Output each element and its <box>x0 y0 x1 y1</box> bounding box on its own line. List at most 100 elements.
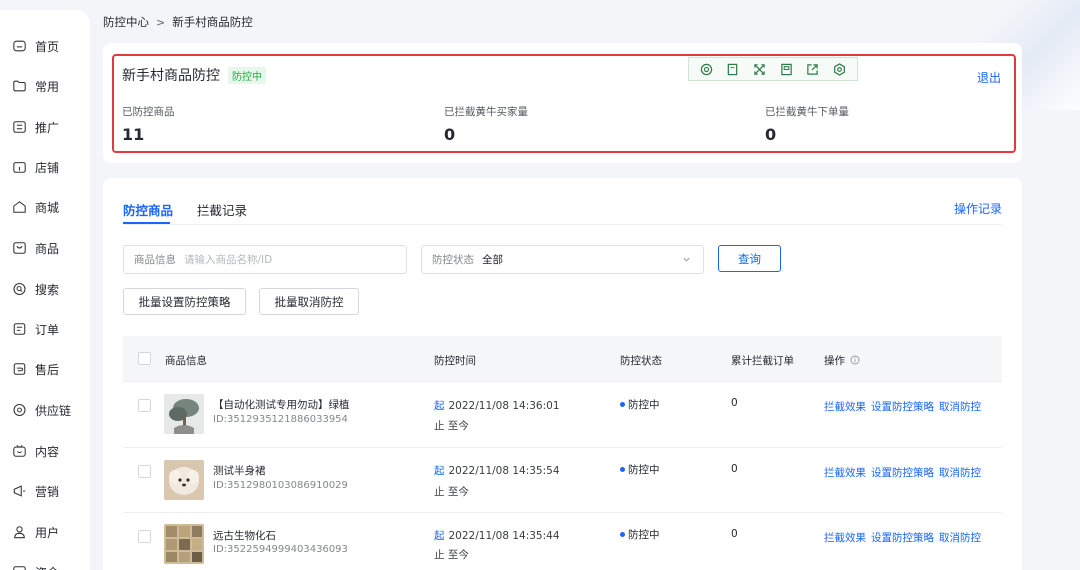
product-id: ID:3512935121886033954 <box>213 414 348 425</box>
sidebar-item-after-sales[interactable]: 售后 <box>12 359 59 379</box>
set-strategy-link[interactable]: 设置防控策略 <box>871 530 934 545</box>
row-divider <box>123 447 1002 448</box>
stat-label: 已拦截黄牛下单量 <box>765 106 849 118</box>
shop-icon <box>13 162 26 173</box>
cancel-protection-link[interactable]: 取消防控 <box>939 530 981 545</box>
start-value: 2022/11/08 14:35:54 <box>448 465 560 477</box>
folder-icon <box>13 80 26 92</box>
sidebar-item-label: 用户 <box>35 525 60 540</box>
row-blocked-orders: 0 <box>731 463 738 475</box>
protect-start-time: 起 2022/11/08 14:35:44 <box>434 528 560 543</box>
sidebar-item-label: 推广 <box>35 120 60 135</box>
column-header-time: 防控时间 <box>434 355 476 367</box>
row-checkbox[interactable] <box>138 465 151 478</box>
home-icon <box>13 40 26 52</box>
row-status: 防控中 <box>620 462 660 477</box>
sidebar-item-promotion[interactable]: 推广 <box>12 117 59 137</box>
sidebar-item-content[interactable]: 内容 <box>12 441 59 461</box>
sidebar-item-supply-chain[interactable]: 供应链 <box>12 400 71 420</box>
chevron-down-icon <box>683 257 690 262</box>
save-icon[interactable] <box>778 61 794 77</box>
query-button[interactable]: 查询 <box>718 245 781 272</box>
mall-icon <box>13 201 26 213</box>
zoom-search-icon[interactable] <box>698 61 714 77</box>
sidebar-item-label: 常用 <box>35 79 60 94</box>
protect-end-time: 止 至今 <box>434 484 469 499</box>
tabs-divider <box>123 224 1002 225</box>
sidebar-item-mall[interactable]: 商城 <box>12 197 59 217</box>
sidebar-item-order[interactable]: 订单 <box>12 319 59 339</box>
product-name[interactable]: 【自动化测试专用勿动】绿植 <box>213 397 350 412</box>
cancel-protection-link[interactable]: 取消防控 <box>939 465 981 480</box>
product-thumbnail-fossil <box>164 524 204 564</box>
tab-active-indicator <box>123 222 170 224</box>
share-icon[interactable] <box>805 61 821 77</box>
sidebar-item-user[interactable]: 用户 <box>12 522 59 542</box>
breadcrumb-current: 新手村商品防控 <box>172 15 253 29</box>
status-dot <box>620 401 625 407</box>
expand-icon[interactable] <box>752 61 768 77</box>
exit-link[interactable]: 退出 <box>977 69 1001 86</box>
column-header-product: 商品信息 <box>165 355 207 367</box>
row-status-text: 防控中 <box>628 464 660 476</box>
sidebar-item-product[interactable]: 商品 <box>12 238 59 258</box>
product-name[interactable]: 测试半身裙 <box>213 463 266 478</box>
end-tag: 止 <box>434 486 445 498</box>
stat-protected-products: 已防控商品 11 <box>122 104 175 144</box>
cancel-protection-link[interactable]: 取消防控 <box>939 399 981 414</box>
page-title: 新手村商品防控 防控中 <box>122 65 266 85</box>
sidebar-item-label: 店铺 <box>35 160 60 175</box>
after-sales-icon <box>13 363 26 375</box>
field-value: 全部 <box>482 254 503 266</box>
info-icon[interactable] <box>850 355 860 365</box>
sidebar-item-label: 资金 <box>35 564 59 570</box>
product-thumbnail-skirt <box>164 460 204 500</box>
status-dot <box>620 531 625 537</box>
column-header-orders: 累计拦截订单 <box>731 355 794 367</box>
marketing-icon <box>13 485 26 497</box>
intercept-effect-link[interactable]: 拦截效果 <box>824 465 866 480</box>
tab-interception-records[interactable]: 拦截记录 <box>197 200 247 219</box>
select-all-checkbox[interactable] <box>138 352 151 365</box>
breadcrumb-separator: > <box>156 15 166 29</box>
product-name[interactable]: 远古生物化石 <box>213 528 276 543</box>
breadcrumb-parent[interactable]: 防控中心 <box>103 14 149 30</box>
sidebar-item-shop[interactable]: 店铺 <box>12 157 59 177</box>
sidebar-item-common[interactable]: 常用 <box>12 76 59 96</box>
column-header-ops: 操作 <box>824 353 860 368</box>
page-title-text: 新手村商品防控 <box>122 68 220 84</box>
sidebar-item-search[interactable]: 搜索 <box>12 279 59 299</box>
sidebar-item-label: 订单 <box>35 322 60 337</box>
status-dot <box>620 466 625 472</box>
row-blocked-orders: 0 <box>731 397 738 409</box>
end-value: 至今 <box>447 420 469 432</box>
stat-label: 已拦截黄牛买家量 <box>444 106 528 118</box>
sidebar-item-funds[interactable]: 资金 <box>12 562 59 570</box>
row-status-text: 防控中 <box>628 399 660 411</box>
row-checkbox[interactable] <box>138 399 151 412</box>
batch-cancel-button[interactable]: 批量取消防控 <box>259 288 359 315</box>
protect-end-time: 止 至今 <box>434 547 469 562</box>
intercept-effect-link[interactable]: 拦截效果 <box>824 399 866 414</box>
funds-icon <box>13 566 26 570</box>
search-icon <box>13 282 26 296</box>
operation-log-link[interactable]: 操作记录 <box>954 200 1002 217</box>
protect-start-time: 起 2022/11/08 14:35:54 <box>434 463 560 478</box>
set-strategy-link[interactable]: 设置防控策略 <box>871 465 934 480</box>
batch-set-strategy-button[interactable]: 批量设置防控策略 <box>123 288 246 315</box>
protect-start-time: 起 2022/11/08 14:36:01 <box>434 398 560 413</box>
set-strategy-link[interactable]: 设置防控策略 <box>871 399 934 414</box>
sidebar-item-marketing[interactable]: 营销 <box>12 481 59 501</box>
promotion-icon <box>13 121 26 133</box>
breadcrumb: 防控中心 > 新手村商品防控 <box>103 14 253 30</box>
status-select[interactable]: 防控状态 全部 <box>421 245 704 274</box>
intercept-effect-link[interactable]: 拦截效果 <box>824 530 866 545</box>
start-tag: 起 <box>434 400 445 412</box>
product-search-input[interactable]: 商品信息 请输入商品名称/ID <box>123 245 407 274</box>
page-icon[interactable] <box>725 61 741 77</box>
tab-protected-products[interactable]: 防控商品 <box>123 200 173 219</box>
row-checkbox[interactable] <box>138 530 151 543</box>
column-header-status: 防控状态 <box>620 355 662 367</box>
sidebar-item-home[interactable]: 首页 <box>12 36 59 56</box>
settings-icon[interactable] <box>832 61 848 77</box>
